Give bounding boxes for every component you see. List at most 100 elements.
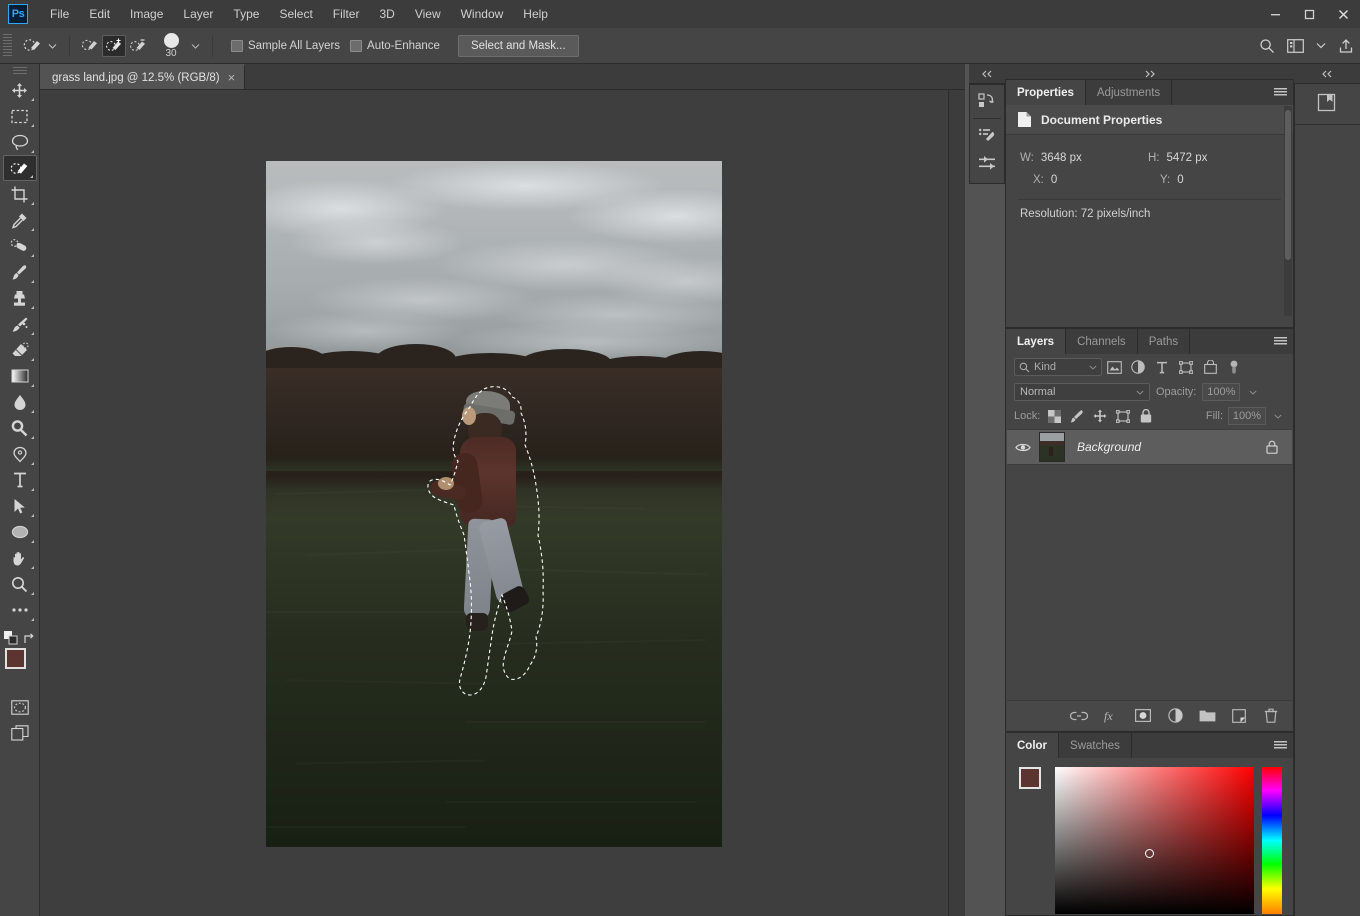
collapse-panels-far-right[interactable] bbox=[1294, 64, 1360, 84]
layer-name[interactable]: Background bbox=[1077, 440, 1141, 454]
search-icon[interactable] bbox=[1259, 38, 1275, 54]
pixel-layer-filter-icon[interactable] bbox=[1102, 356, 1126, 378]
menu-view[interactable]: View bbox=[405, 0, 451, 28]
minimize-icon[interactable] bbox=[1258, 0, 1292, 28]
path-selection-tool[interactable] bbox=[3, 493, 37, 519]
panel-menu-icon[interactable] bbox=[1274, 80, 1287, 105]
layer-kind-filter[interactable]: Kind bbox=[1014, 358, 1102, 376]
brush-tool[interactable] bbox=[3, 259, 37, 285]
lasso-tool[interactable] bbox=[3, 129, 37, 155]
brush-settings-icon[interactable] bbox=[972, 121, 1002, 149]
tab-swatches[interactable]: Swatches bbox=[1059, 733, 1132, 758]
lock-image-pixels-icon[interactable] bbox=[1068, 406, 1086, 426]
tab-paths[interactable]: Paths bbox=[1138, 329, 1191, 354]
fill-value[interactable]: 100% bbox=[1228, 407, 1266, 425]
tab-layers[interactable]: Layers bbox=[1006, 329, 1067, 354]
crop-tool[interactable] bbox=[3, 181, 37, 207]
brush-size-control[interactable]: 30 bbox=[156, 32, 186, 59]
layer-style-fx-icon[interactable]: fx bbox=[1102, 706, 1120, 726]
eraser-tool[interactable] bbox=[3, 337, 37, 363]
tab-properties[interactable]: Properties bbox=[1006, 80, 1086, 105]
toolbar-grip[interactable] bbox=[12, 67, 27, 75]
fill-chevron[interactable] bbox=[1271, 407, 1285, 425]
canvas-area[interactable] bbox=[40, 90, 948, 916]
share-icon[interactable] bbox=[1338, 38, 1354, 54]
lock-position-icon[interactable] bbox=[1091, 406, 1109, 426]
smart-object-filter-icon[interactable] bbox=[1198, 356, 1222, 378]
y-value[interactable]: 0 bbox=[1177, 174, 1183, 186]
select-and-mask-button[interactable]: Select and Mask... bbox=[457, 34, 579, 57]
hue-slider[interactable] bbox=[1262, 767, 1282, 914]
type-tool[interactable] bbox=[3, 467, 37, 493]
opacity-chevron[interactable] bbox=[1246, 383, 1260, 401]
close-icon[interactable]: × bbox=[228, 71, 236, 84]
spot-healing-brush-tool[interactable] bbox=[3, 233, 37, 259]
menu-type[interactable]: Type bbox=[223, 0, 269, 28]
hand-tool[interactable] bbox=[3, 545, 37, 571]
new-selection-button[interactable] bbox=[78, 35, 102, 57]
dodge-tool[interactable] bbox=[3, 415, 37, 441]
menu-file[interactable]: File bbox=[40, 0, 79, 28]
opacity-value[interactable]: 100% bbox=[1202, 383, 1241, 401]
menu-image[interactable]: Image bbox=[120, 0, 173, 28]
menu-select[interactable]: Select bbox=[269, 0, 322, 28]
menu-window[interactable]: Window bbox=[451, 0, 514, 28]
menu-edit[interactable]: Edit bbox=[79, 0, 120, 28]
default-colors-icon[interactable] bbox=[3, 631, 18, 645]
layers-list[interactable]: Background bbox=[1007, 429, 1292, 699]
document-tab[interactable]: grass land.jpg @ 12.5% (RGB/8) × bbox=[40, 64, 246, 89]
workspace-icon[interactable] bbox=[1287, 38, 1304, 53]
layer-visibility-toggle[interactable] bbox=[1007, 442, 1039, 453]
add-to-selection-button[interactable] bbox=[102, 34, 126, 57]
lock-artboard-icon[interactable] bbox=[1114, 406, 1132, 426]
adjustment-layer-filter-icon[interactable] bbox=[1126, 356, 1150, 378]
new-layer-icon[interactable] bbox=[1230, 706, 1248, 726]
add-layer-mask-icon[interactable] bbox=[1134, 706, 1152, 726]
menu-3d[interactable]: 3D bbox=[369, 0, 404, 28]
panel-menu-icon[interactable] bbox=[1274, 733, 1287, 758]
blend-mode-select[interactable]: Normal bbox=[1014, 383, 1150, 401]
gradient-tool[interactable] bbox=[3, 363, 37, 389]
layer-lock-icon[interactable] bbox=[1266, 440, 1278, 454]
auto-enhance-checkbox[interactable]: Auto-Enhance bbox=[350, 39, 440, 52]
edit-toolbar-tool[interactable] bbox=[3, 597, 37, 623]
ellipse-tool[interactable] bbox=[3, 519, 37, 545]
tab-channels[interactable]: Channels bbox=[1066, 329, 1138, 354]
toggle-filter-icon[interactable] bbox=[1222, 356, 1246, 378]
history-icon[interactable] bbox=[972, 88, 1002, 116]
height-value[interactable]: 5472 px bbox=[1167, 152, 1208, 164]
properties-scrollbar[interactable] bbox=[1284, 106, 1292, 316]
swap-colors-icon[interactable] bbox=[23, 632, 36, 645]
delete-layer-icon[interactable] bbox=[1262, 706, 1280, 726]
maximize-icon[interactable] bbox=[1292, 0, 1326, 28]
tab-color[interactable]: Color bbox=[1006, 733, 1060, 758]
collapse-panels-left[interactable] bbox=[969, 64, 1005, 84]
chevron-down-icon[interactable] bbox=[1316, 42, 1326, 49]
sample-all-layers-checkbox[interactable]: Sample All Layers bbox=[231, 39, 340, 52]
clone-stamp-tool[interactable] bbox=[3, 285, 37, 311]
zoom-tool[interactable] bbox=[3, 571, 37, 597]
panel-menu-icon[interactable] bbox=[1274, 329, 1287, 354]
color-field[interactable] bbox=[1055, 767, 1254, 914]
width-value[interactable]: 3648 px bbox=[1041, 152, 1082, 164]
options-bar-grip[interactable] bbox=[3, 33, 12, 58]
screen-mode-icon[interactable] bbox=[3, 720, 37, 746]
shape-layer-filter-icon[interactable] bbox=[1174, 356, 1198, 378]
close-icon[interactable] bbox=[1326, 0, 1360, 28]
lock-all-icon[interactable] bbox=[1137, 406, 1155, 426]
brush-options-chevron[interactable] bbox=[186, 43, 204, 49]
adjustments-sliders-icon[interactable] bbox=[972, 149, 1002, 177]
libraries-icon[interactable] bbox=[1316, 92, 1340, 116]
color-swatches[interactable] bbox=[3, 648, 37, 688]
quick-selection-tool[interactable] bbox=[2, 155, 37, 181]
artboard-image[interactable] bbox=[266, 161, 722, 847]
foreground-color-swatch[interactable] bbox=[4, 648, 26, 669]
pen-tool[interactable] bbox=[3, 441, 37, 467]
menu-help[interactable]: Help bbox=[513, 0, 558, 28]
new-adjustment-layer-icon[interactable] bbox=[1166, 706, 1184, 726]
quick-mask-icon[interactable] bbox=[3, 694, 37, 720]
x-value[interactable]: 0 bbox=[1051, 174, 1057, 186]
color-field-cursor[interactable] bbox=[1145, 849, 1154, 858]
eyedropper-tool[interactable] bbox=[3, 207, 37, 233]
menu-layer[interactable]: Layer bbox=[173, 0, 223, 28]
